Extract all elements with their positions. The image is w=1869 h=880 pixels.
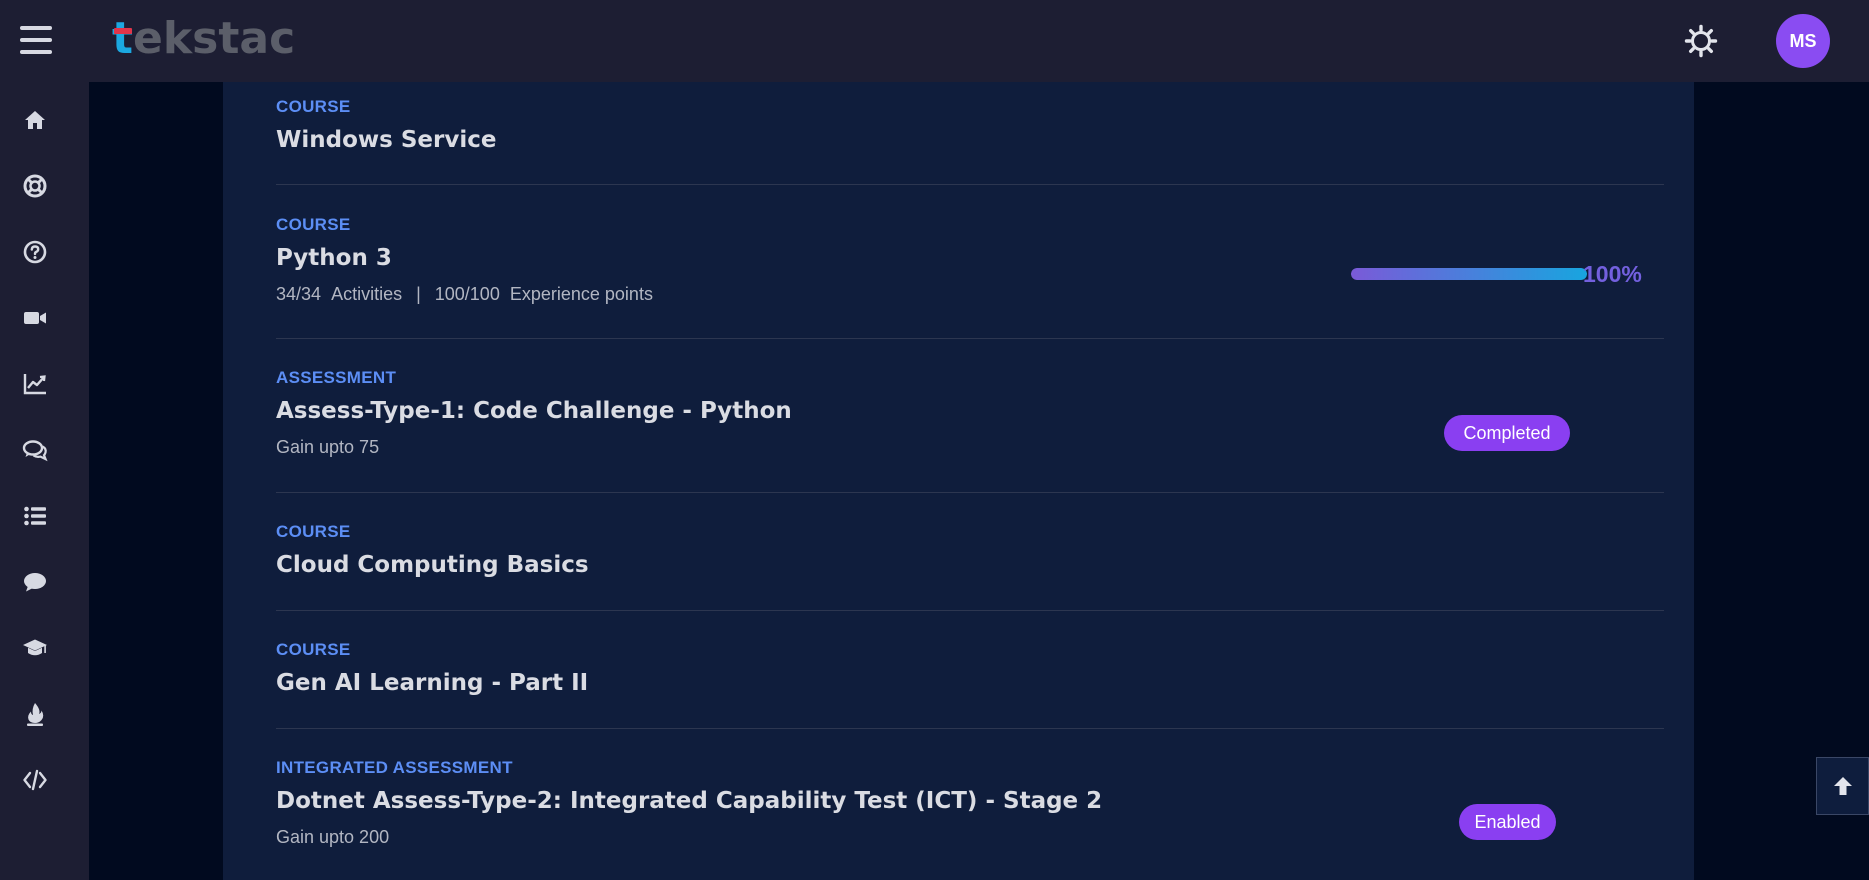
home-icon[interactable] (20, 105, 50, 135)
item-title[interactable]: Cloud Computing Basics (276, 550, 1664, 580)
menu-icon[interactable] (20, 26, 52, 54)
item-type: COURSE (276, 640, 351, 659)
list-item-cloud-computing[interactable]: COURSE Cloud Computing Basics (276, 522, 1664, 580)
list-item-python-3[interactable]: COURSE Python 3 34/34 Activities | 100/100… (276, 215, 1664, 305)
status-badge-completed[interactable]: Completed (1444, 415, 1570, 451)
arrow-up-icon (1833, 777, 1852, 795)
progress-percent: 100% (1583, 261, 1642, 287)
item-type: COURSE (276, 215, 351, 234)
chat-bubbles-icon[interactable] (20, 435, 50, 465)
divider (276, 184, 1664, 185)
code-icon[interactable] (20, 765, 50, 795)
divider (276, 610, 1664, 611)
logo[interactable]: tekstac (112, 14, 295, 64)
list-item-gen-ai[interactable]: COURSE Gen AI Learning - Part II (276, 640, 1664, 698)
scroll-to-top-button[interactable] (1816, 757, 1869, 815)
comment-icon[interactable] (20, 567, 50, 597)
list-item-windows-service[interactable]: COURSE Windows Service (276, 97, 1664, 155)
chart-icon[interactable] (20, 369, 50, 399)
list-icon[interactable] (20, 501, 50, 531)
item-type: ASSESSMENT (276, 368, 397, 387)
item-sub: Gain upto 200 (276, 827, 390, 847)
avatar[interactable]: MS (1776, 14, 1830, 68)
divider (276, 492, 1664, 493)
lifebuoy-icon[interactable] (20, 171, 50, 201)
item-type: COURSE (276, 97, 351, 116)
item-title[interactable]: Dotnet Assess-Type-2: Integrated Capabil… (276, 786, 1664, 816)
item-type: INTEGRATED ASSESSMENT (276, 758, 513, 777)
divider (276, 338, 1664, 339)
list-item-dotnet-assess-type-2[interactable]: INTEGRATED ASSESSMENT Dotnet Assess-Type… (276, 758, 1664, 848)
activity-panel: COURSE Windows Service COURSE Python 3 3… (223, 82, 1694, 880)
status-badge-enabled[interactable]: Enabled (1459, 804, 1556, 840)
help-icon[interactable] (20, 237, 50, 267)
item-type: COURSE (276, 522, 351, 541)
fire-icon[interactable] (20, 699, 50, 729)
settings-icon[interactable] (1684, 24, 1718, 58)
item-title[interactable]: Windows Service (276, 125, 1664, 155)
video-icon[interactable] (20, 303, 50, 333)
sidebar (0, 82, 89, 880)
item-stats: 34/34 Activities | 100/100 Experience poin… (276, 284, 653, 304)
progress-bar-fill (1351, 268, 1587, 280)
graduation-cap-icon[interactable] (20, 633, 50, 663)
item-title[interactable]: Gen AI Learning - Part II (276, 668, 1664, 698)
progress-bar (1351, 268, 1587, 280)
divider (276, 728, 1664, 729)
top-bar: tekstac MS (0, 0, 1869, 82)
